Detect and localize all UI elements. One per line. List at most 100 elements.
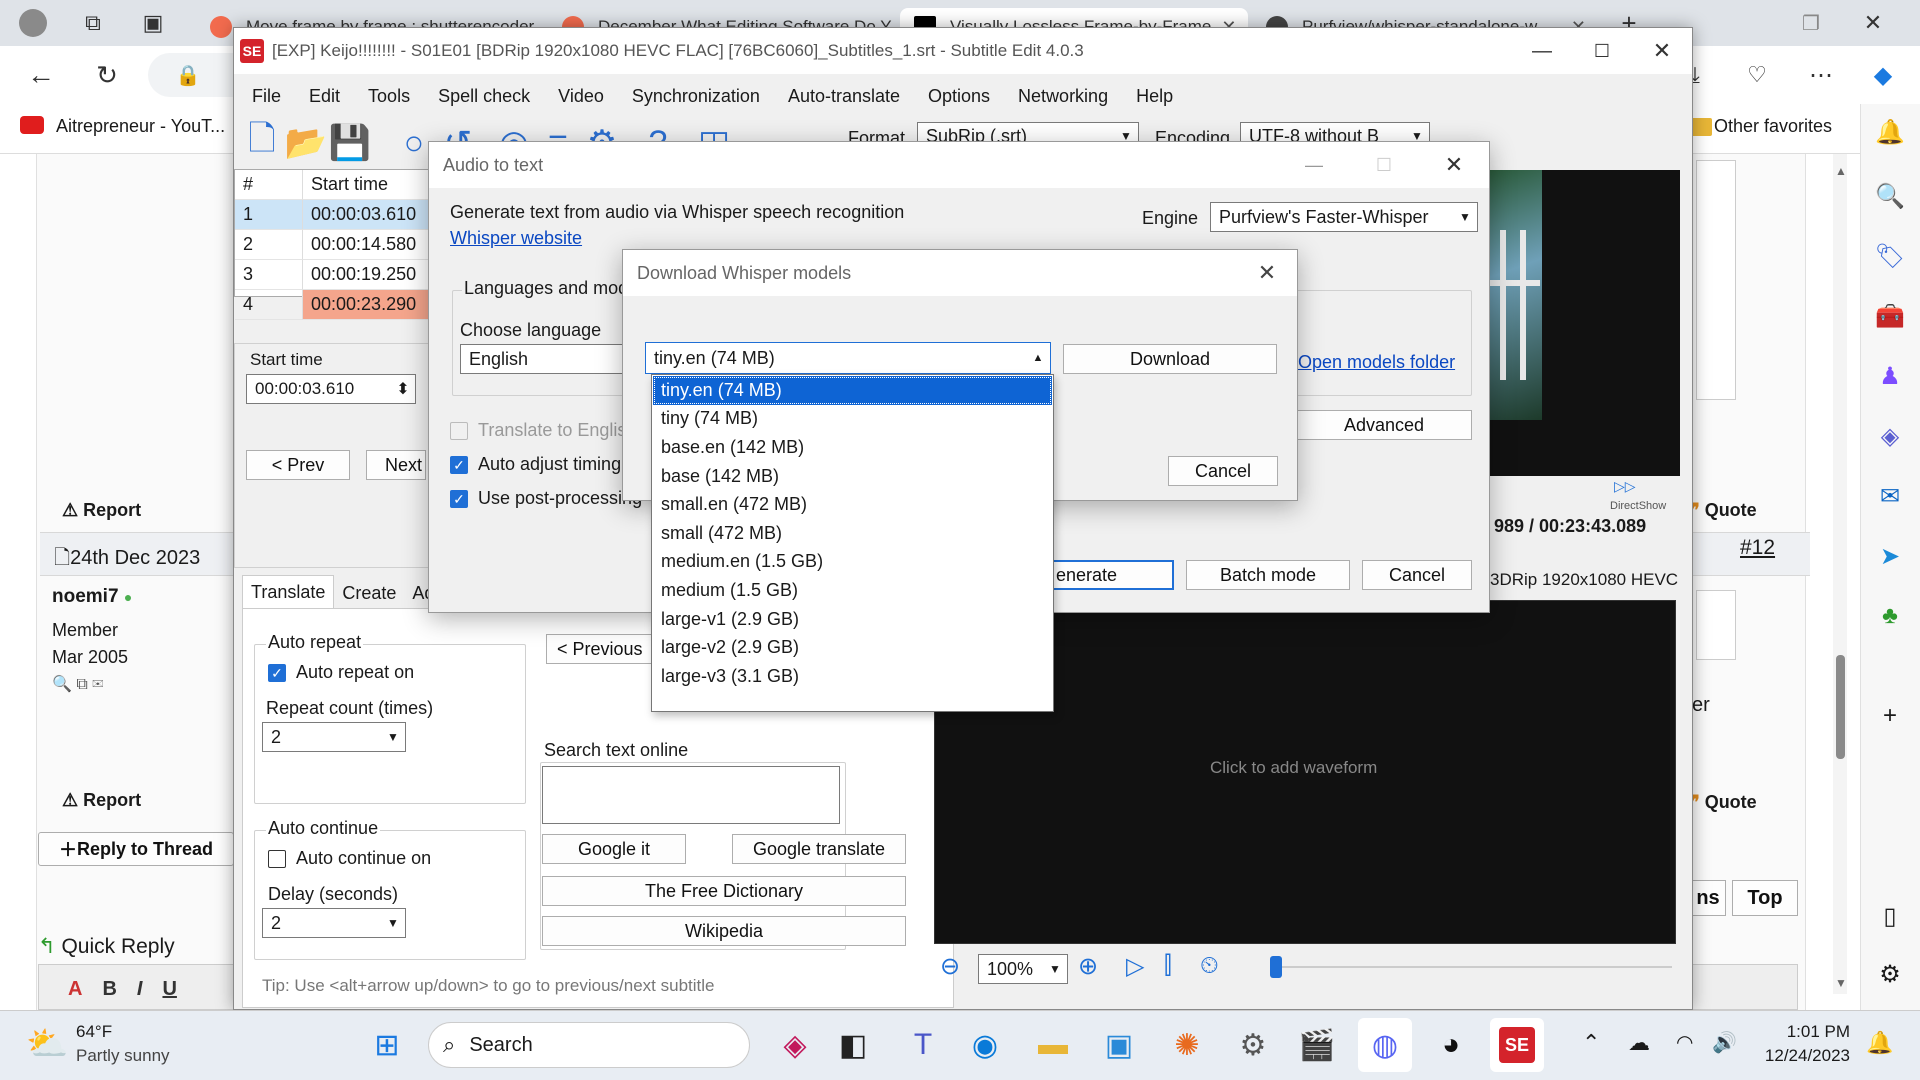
batch-mode-button[interactable]: Batch mode xyxy=(1186,560,1350,590)
search-icon[interactable]: 🔍 xyxy=(1870,176,1910,216)
menu-synchronization[interactable]: Synchronization xyxy=(632,86,760,107)
model-option[interactable]: large-v2 (2.9 GB) xyxy=(653,633,1052,662)
search-text-input[interactable] xyxy=(542,766,840,824)
advanced-button[interactable]: Advanced xyxy=(1296,410,1472,440)
weather-icon[interactable]: ⛅ xyxy=(26,1024,68,1064)
back-icon[interactable]: ← xyxy=(20,54,62,96)
top-button[interactable]: Top xyxy=(1732,880,1798,916)
download-cancel-button[interactable]: Cancel xyxy=(1168,456,1278,486)
model-option[interactable]: small.en (472 MB) xyxy=(653,490,1052,519)
start-time-input[interactable]: 00:00:03.610 ⬍ xyxy=(246,374,416,404)
report-link-2[interactable]: ⚠ Report xyxy=(62,790,141,811)
model-option[interactable]: large-v1 (2.9 GB) xyxy=(653,605,1052,634)
new-file-icon[interactable]: 🗋 xyxy=(240,120,284,166)
close-icon[interactable]: ✕ xyxy=(1419,152,1489,178)
settings-gear-icon[interactable]: ⚙ xyxy=(1870,954,1910,994)
clock-date[interactable]: 12/24/2023 xyxy=(1760,1046,1850,1066)
translate-english-checkbox[interactable]: Translate to English xyxy=(450,420,636,441)
notification-bell-icon[interactable]: 🔔 xyxy=(1870,112,1910,152)
italic-button[interactable]: I xyxy=(137,978,143,1001)
auto-repeat-checkbox[interactable]: ✓ Auto repeat on xyxy=(268,662,414,683)
weather-desc[interactable]: Partly sunny xyxy=(76,1046,170,1066)
close-icon[interactable]: ✕ xyxy=(1632,38,1692,64)
post-processing-checkbox[interactable]: ✓ Use post-processing xyxy=(450,488,642,509)
auto-adjust-checkbox[interactable]: ✓ Auto adjust timing xyxy=(450,454,621,475)
table-row[interactable]: 3 00:00:19.250 xyxy=(235,260,433,290)
onedrive-icon[interactable]: ☁ xyxy=(1628,1030,1650,1056)
color-wheel-icon[interactable]: ◕ xyxy=(1424,1018,1478,1072)
next-button[interactable]: Next xyxy=(366,450,426,480)
open-folder-icon[interactable]: 📂 xyxy=(284,120,328,166)
wifi-icon[interactable]: ◠ xyxy=(1676,1030,1693,1055)
send-icon[interactable]: ➤ xyxy=(1870,536,1910,576)
windows-start-icon[interactable]: ⊞ xyxy=(360,1018,414,1072)
notification-icon[interactable]: 🔔 xyxy=(1866,1030,1893,1056)
zoom-out-icon[interactable]: ⊖ xyxy=(940,952,960,981)
reply-to-thread-button[interactable]: ＋ Reply to Thread xyxy=(38,832,234,866)
table-row[interactable]: 1 00:00:03.610 xyxy=(235,200,433,230)
task-view-icon[interactable]: ◧ xyxy=(826,1018,880,1072)
vertical-tabs-icon[interactable]: ▣ xyxy=(132,2,174,44)
save-icon[interactable]: 💾 xyxy=(328,120,372,166)
model-option[interactable]: base.en (142 MB) xyxy=(653,433,1052,462)
model-option[interactable]: medium.en (1.5 GB) xyxy=(653,548,1052,577)
taskbar-search[interactable]: ⌕ Search xyxy=(428,1022,750,1068)
wikipedia-button[interactable]: Wikipedia xyxy=(542,916,906,946)
discord-icon[interactable]: ◍ xyxy=(1358,1018,1412,1072)
other-favorites[interactable]: Other favorites xyxy=(1714,116,1832,137)
engine-select[interactable]: Purfview's Faster-Whisper ▼ xyxy=(1210,202,1478,232)
menu-tools[interactable]: Tools xyxy=(368,86,410,107)
photos-icon[interactable]: ▣ xyxy=(1092,1018,1146,1072)
page-scrollbar[interactable] xyxy=(1833,154,1847,994)
profile-icon[interactable] xyxy=(12,2,54,44)
audio-cancel-button[interactable]: Cancel xyxy=(1362,560,1472,590)
menu-file[interactable]: File xyxy=(252,86,281,107)
copilot-icon[interactable]: ◆ xyxy=(1862,54,1904,96)
file-explorer-icon[interactable]: ▬ xyxy=(1026,1018,1080,1072)
quote-button-2[interactable]: ❞ Quote xyxy=(1690,792,1757,813)
scroll-down-icon[interactable]: ▼ xyxy=(1835,976,1847,990)
maximize-icon[interactable]: ☐ xyxy=(1349,155,1419,176)
menu-help[interactable]: Help xyxy=(1136,86,1173,107)
font-color-button[interactable]: A xyxy=(68,978,82,1001)
model-option[interactable]: tiny.en (74 MB) xyxy=(653,376,1052,405)
clapper-icon[interactable]: 🎬 xyxy=(1290,1018,1344,1072)
user-actions-icon[interactable]: 🔍 ⧉ ✉ xyxy=(52,674,103,694)
menu-networking[interactable]: Networking xyxy=(1018,86,1108,107)
refresh-icon[interactable]: ↻ xyxy=(86,54,128,96)
fast-forward-icon[interactable]: ▷▷ xyxy=(1614,478,1636,495)
editor-buttons[interactable]: A B I U xyxy=(68,978,177,1001)
games-icon[interactable]: ♟ xyxy=(1870,356,1910,396)
subtitle-edit-taskbar-icon[interactable]: SE xyxy=(1490,1018,1544,1072)
split-screen-icon[interactable]: ▯ xyxy=(1870,896,1910,936)
previous-button[interactable]: < Previous xyxy=(546,634,656,664)
table-row[interactable]: 4 00:00:23.290 xyxy=(235,290,433,320)
model-option[interactable]: large-v3 (3.1 GB) xyxy=(653,662,1052,691)
tray-chevron-icon[interactable]: ⌃ xyxy=(1582,1030,1600,1056)
favorite-youtube[interactable]: Aitrepreneur - YouT... xyxy=(56,116,225,137)
menu-auto-translate[interactable]: Auto-translate xyxy=(788,86,900,107)
clock-time[interactable]: 1:01 PM xyxy=(1778,1022,1850,1042)
zoom-select[interactable]: 100% ▼ xyxy=(978,954,1068,984)
report-link-1[interactable]: ⚠ Report xyxy=(62,500,141,521)
menu-video[interactable]: Video xyxy=(558,86,604,107)
prev-button[interactable]: < Prev xyxy=(246,450,350,480)
speed-icon[interactable]: ⏲ xyxy=(1200,952,1219,980)
underline-button[interactable]: U xyxy=(162,978,176,1001)
grid-header-start[interactable]: Start time xyxy=(303,170,433,200)
play-icon[interactable]: ▷ xyxy=(1126,952,1144,981)
username[interactable]: noemi7 ● xyxy=(52,586,132,608)
health-icon[interactable]: ♡ xyxy=(1736,54,1778,96)
generate-button[interactable]: enerate xyxy=(1050,560,1174,590)
google-it-button[interactable]: Google it xyxy=(542,834,686,864)
menu-options[interactable]: Options xyxy=(928,86,990,107)
teams-icon[interactable]: T xyxy=(896,1018,950,1072)
scrollbar-thumb[interactable] xyxy=(1836,655,1845,759)
volume-icon[interactable]: 🔊 xyxy=(1712,1030,1737,1055)
minimize-icon[interactable]: — xyxy=(1279,155,1349,176)
model-select[interactable]: tiny.en (74 MB) ▲ xyxy=(645,342,1051,374)
model-option[interactable]: small (472 MB) xyxy=(653,519,1052,548)
close-window-icon[interactable]: ✕ xyxy=(1852,2,1894,44)
model-option[interactable]: base (142 MB) xyxy=(653,462,1052,491)
tab-create[interactable]: Create xyxy=(334,575,404,609)
